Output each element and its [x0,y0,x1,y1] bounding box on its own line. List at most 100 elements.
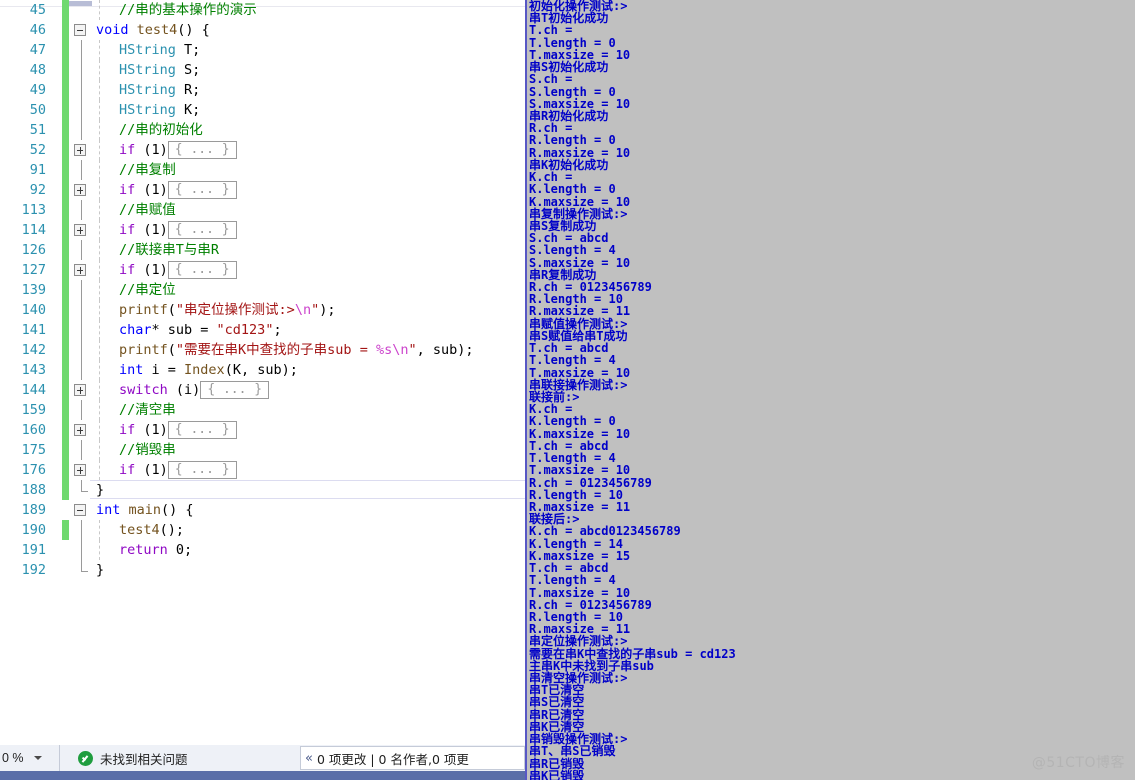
code-editor[interactable]: 45 //串的基本操作的演示 46 void test4() {47 HString T… [0,0,525,745]
line-number: 192 [21,562,46,578]
code-line[interactable]: 188} [0,480,525,500]
code-line[interactable]: 142 printf("需要在串K中查找的子串sub = %s\n", sub); [0,340,525,360]
code-line[interactable]: 113 //串赋值 [0,200,525,220]
line-number: 92 [29,182,46,198]
zoom-level-dropdown[interactable]: 0 % [0,745,60,771]
outlining-rail [81,160,82,180]
code-text: int main() { [96,502,194,518]
code-line[interactable]: 91 //串复制 [0,160,525,180]
console-line: T.maxsize = 10 [529,47,631,62]
outlining-rail [81,200,82,220]
chevron-down-icon[interactable] [33,756,42,760]
issues-status[interactable]: 未找到相关问题 [78,745,188,771]
console-line: R.ch = [529,121,573,136]
console-line: T.ch = [529,23,573,38]
code-text: HString S; [119,62,201,78]
console-line: T.length = 4 [529,573,616,588]
status-bar-band [0,771,525,780]
code-line[interactable]: 52 if (1){ ... } [0,140,525,160]
code-text: if (1){ ... } [119,180,237,200]
code-line[interactable]: 139 //串定位 [0,280,525,300]
code-line[interactable]: 49 HString R; [0,80,525,100]
expand-region-icon[interactable] [74,184,86,196]
code-line[interactable]: 51 //串的初始化 [0,120,525,140]
collapse-region-icon[interactable] [74,504,86,516]
code-text: //联接串T与串R [119,242,220,258]
code-line[interactable]: 190 test4(); [0,520,525,540]
indent-guide [99,220,100,240]
change-margin-indicator [62,380,69,400]
double-chevron-left-icon[interactable]: « [305,751,313,766]
code-line[interactable]: 141 char* sub = "cd123"; [0,320,525,340]
code-text: printf("串定位操作测试:>\n"); [119,302,336,318]
code-line[interactable]: 160 if (1){ ... } [0,420,525,440]
code-line[interactable]: 92 if (1){ ... } [0,180,525,200]
change-margin-indicator [62,300,69,320]
line-number: 50 [29,102,46,118]
change-margin-indicator [62,420,69,440]
console-line: K.length = 0 [529,182,616,197]
code-text: } [96,482,105,498]
line-number: 47 [29,42,46,58]
outlining-rail [81,120,82,140]
expand-region-icon[interactable] [74,464,86,476]
code-line[interactable]: 126 //联接串T与串R [0,240,525,260]
code-line[interactable]: 144 switch (i){ ... } [0,380,525,400]
code-text: //串的基本操作的演示 [119,2,257,18]
indent-guide [99,40,100,60]
code-line[interactable]: 191 return 0; [0,540,525,560]
code-line[interactable]: 46 void test4() { [0,20,525,40]
console-line: K.ch = [529,170,573,185]
code-line[interactable]: 114 if (1){ ... } [0,220,525,240]
console-line: 联接前:> [529,390,580,404]
expand-region-icon[interactable] [74,384,86,396]
console-window[interactable]: 初始化操作测试:> 串T初始化成功 T.ch = T.length = 0 T.maxs… [525,0,1135,780]
code-line[interactable]: 189 int main() { [0,500,525,520]
line-number: 191 [21,542,46,558]
line-number: 139 [21,282,46,298]
code-line[interactable]: 159 //清空串 [0,400,525,420]
line-number: 176 [21,462,46,478]
indent-guide [99,240,100,260]
code-line[interactable]: 192} [0,560,525,580]
outlining-rail [81,100,82,120]
expand-region-icon[interactable] [74,144,86,156]
collapse-region-icon[interactable] [74,24,86,36]
watermark: @51CTO博客 [1031,755,1125,771]
line-number: 114 [21,222,46,238]
change-margin-indicator [62,80,69,100]
codelens-label: 0 项更改 | 0 名作者,0 项更 [316,751,469,767]
code-line[interactable]: 48 HString S; [0,60,525,80]
code-line[interactable]: 47 HString T; [0,40,525,60]
code-text: if (1){ ... } [119,420,237,440]
expand-region-icon[interactable] [74,264,86,276]
code-line[interactable]: 50 HString K; [0,100,525,120]
change-margin-indicator [62,460,69,480]
codelens-changes-box[interactable]: « 0 项更改 | 0 名作者,0 项更 [300,746,525,770]
code-line[interactable]: 143 int i = Index(K, sub); [0,360,525,380]
code-text: //销毁串 [119,442,176,458]
code-line[interactable]: 176 if (1){ ... } [0,460,525,480]
expand-region-icon[interactable] [74,424,86,436]
line-number: 127 [21,262,46,278]
code-text: void test4() { [96,22,210,38]
line-number: 140 [21,302,46,318]
console-line: K.maxsize = 10 [529,426,631,441]
indent-guide [99,340,100,360]
indent-guide [99,380,100,400]
code-line[interactable]: 127 if (1){ ... } [0,260,525,280]
console-line: S.length = 4 [529,243,616,258]
line-number: 91 [29,162,46,178]
change-margin-indicator [62,220,69,240]
code-text: //串的初始化 [119,122,203,138]
change-margin-indicator [62,340,69,360]
expand-region-icon[interactable] [74,224,86,236]
line-number: 113 [21,202,46,218]
code-line[interactable]: 45 //串的基本操作的演示 [0,0,525,20]
code-line[interactable]: 140 printf("串定位操作测试:>\n"); [0,300,525,320]
code-line[interactable]: 175 //销毁串 [0,440,525,460]
console-line: T.maxsize = 10 [529,463,631,478]
change-margin-indicator [62,0,69,20]
console-line: 串销毁操作测试:> [529,732,628,747]
indent-guide [99,120,100,140]
